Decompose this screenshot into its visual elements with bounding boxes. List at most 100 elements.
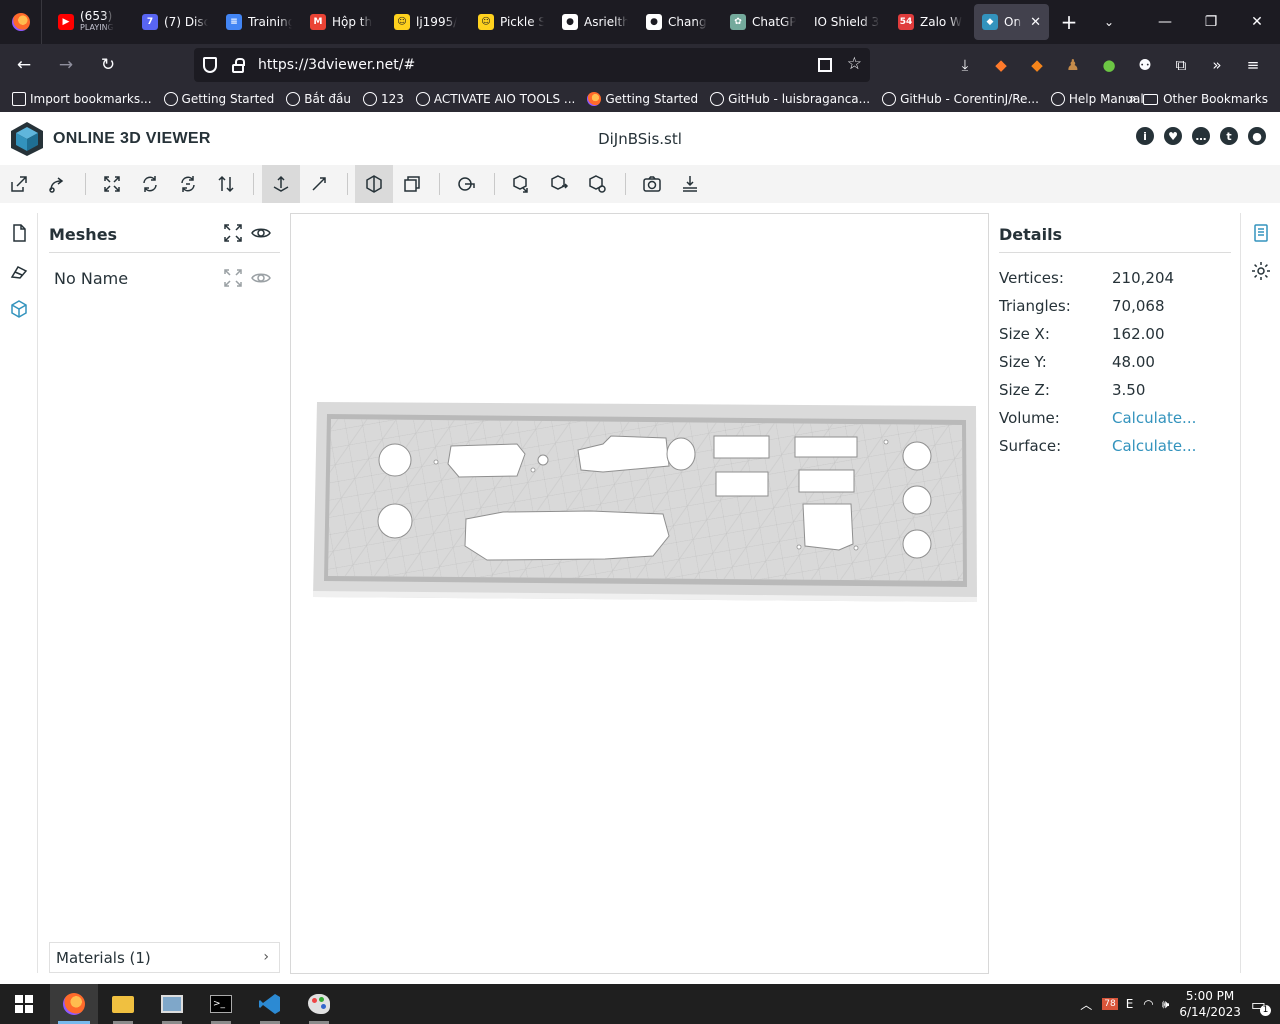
bookmark-item[interactable]: Bắt đầu — [286, 92, 351, 106]
calculate-link[interactable]: Calculate... — [1112, 409, 1196, 427]
restore-button[interactable]: ❐ — [1188, 0, 1234, 44]
flip-up-vector-icon[interactable] — [169, 165, 207, 203]
extension-icon[interactable]: ♟ — [1062, 54, 1084, 76]
fix-up-vector-icon[interactable] — [131, 165, 169, 203]
github-icon[interactable]: ● — [1248, 127, 1266, 145]
qr-code-icon[interactable] — [818, 58, 832, 72]
up-down-arrows-icon[interactable] — [207, 165, 245, 203]
other-bookmarks[interactable]: Other Bookmarks — [1143, 92, 1268, 106]
app-header: ONLINE 3D VIEWER DiJnBSis.stl i ♥ … t ● — [0, 112, 1280, 165]
perspective-camera-icon[interactable] — [355, 165, 393, 203]
browser-tab[interactable]: ◆ Onli ✕ — [974, 4, 1049, 40]
browser-tab[interactable]: ● Asrielth — [554, 4, 636, 40]
image-viewer-icon[interactable] — [148, 984, 196, 1024]
bookmark-item[interactable]: GitHub - luisbraganca... — [710, 92, 870, 106]
embed-icon[interactable] — [671, 165, 709, 203]
measure-icon[interactable] — [447, 165, 485, 203]
vscode-icon[interactable] — [246, 984, 294, 1024]
bookmark-item[interactable]: GitHub - CorentinJ/Re... — [882, 92, 1039, 106]
browser-tab[interactable]: IO Shield 3D — [806, 4, 888, 40]
o3dv-icon: ◆ — [982, 14, 998, 30]
tray-chevron-up-icon[interactable]: ︿ — [1080, 996, 1092, 1013]
bookmark-item[interactable]: 123 — [362, 92, 404, 106]
browser-tab[interactable]: ≡ Training — [218, 4, 300, 40]
downloads-icon[interactable]: ⤓ — [954, 54, 976, 76]
fit-mesh-icon[interactable] — [223, 268, 243, 288]
bookmark-item[interactable]: Import bookmarks... — [12, 92, 152, 106]
orthographic-camera-icon[interactable] — [393, 165, 431, 203]
file-explorer-icon[interactable] — [99, 984, 147, 1024]
extension-icon[interactable]: ⚉ — [1134, 54, 1156, 76]
extension-icon[interactable]: ◆ — [990, 54, 1012, 76]
browser-tab[interactable]: ▶ (653) PLAYING — [50, 4, 132, 40]
io-shield-model[interactable] — [291, 214, 989, 974]
bookmark-item[interactable]: Getting Started — [587, 92, 698, 106]
bookmark-star-icon[interactable]: ☆ — [847, 54, 862, 74]
settings-gear-icon[interactable] — [1251, 261, 1271, 281]
forward-button[interactable]: → — [48, 49, 84, 81]
browser-tab[interactable]: ☺ Pickle S — [470, 4, 552, 40]
firefox-taskbar-icon[interactable] — [50, 984, 98, 1024]
browser-tab[interactable]: 54 Zalo W — [890, 4, 972, 40]
browser-tab[interactable]: 7 (7) Disc — [134, 4, 216, 40]
info-icon[interactable]: i — [1136, 127, 1154, 145]
browser-tab[interactable]: ☺ lj1995/ — [386, 4, 468, 40]
paint-icon[interactable] — [295, 984, 343, 1024]
close-window-button[interactable]: ✕ — [1234, 0, 1280, 44]
mesh-item-label[interactable]: No Name — [54, 269, 128, 288]
meshes-cube-icon[interactable] — [9, 299, 29, 319]
clock[interactable]: 5:00 PM 6/14/2023 — [1179, 988, 1241, 1020]
terminal-icon[interactable]: >_ — [197, 984, 245, 1024]
notification-icon[interactable]: ▭ 1 — [1251, 995, 1271, 1016]
export-model-icon[interactable] — [502, 165, 540, 203]
3d-viewport[interactable] — [290, 213, 989, 974]
bookmark-item[interactable]: Getting Started — [163, 92, 274, 106]
extension-badge-icon[interactable]: ● — [1098, 54, 1120, 76]
settings-model-icon[interactable] — [578, 165, 616, 203]
hamburger-menu-icon[interactable]: ≡ — [1242, 54, 1264, 76]
ime-tray-icon[interactable]: E — [1126, 997, 1134, 1011]
fixed-up-vector-icon[interactable] — [262, 165, 300, 203]
share-model-icon[interactable] — [540, 165, 578, 203]
close-tab-icon[interactable]: ✕ — [1030, 15, 1041, 30]
eye-icon[interactable] — [251, 223, 271, 243]
snapshot-camera-icon[interactable] — [633, 165, 671, 203]
minimize-button[interactable]: — — [1142, 0, 1188, 44]
browser-tab[interactable]: ✿ ChatGP — [722, 4, 804, 40]
browser-tab[interactable]: ● Chang — [638, 4, 720, 40]
bookmark-item[interactable]: ACTIVATE AIO TOOLS ... — [415, 92, 575, 106]
calculate-link[interactable]: Calculate... — [1112, 437, 1196, 455]
list-all-tabs-button[interactable]: ⌄ — [1089, 4, 1129, 40]
lock-icon[interactable] — [232, 57, 245, 73]
fit-all-icon[interactable] — [223, 223, 243, 243]
metamask-icon[interactable]: ◆ — [1026, 54, 1048, 76]
new-tab-button[interactable]: + — [1049, 4, 1089, 40]
details-list-icon[interactable] — [1251, 223, 1271, 243]
firefox-menu-icon[interactable] — [0, 0, 42, 44]
meshes-panel: Meshes No Name Materials (1) › — [49, 213, 280, 973]
tracking-protection-icon[interactable] — [203, 57, 217, 73]
back-button[interactable]: ← — [6, 49, 42, 81]
fit-to-window-icon[interactable] — [93, 165, 131, 203]
overflow-menu-icon[interactable]: » — [1206, 54, 1228, 76]
open-url-icon[interactable] — [38, 165, 76, 203]
bookmarks-overflow-icon[interactable]: » — [1128, 91, 1137, 107]
mesh-eye-icon[interactable] — [251, 268, 271, 288]
antivirus-tray-icon[interactable]: 78 — [1102, 998, 1118, 1010]
free-orbit-icon[interactable] — [300, 165, 338, 203]
url-text[interactable]: https://3dviewer.net/# — [258, 57, 415, 73]
materials-section[interactable]: Materials (1) › — [49, 942, 280, 973]
volume-icon[interactable]: 🕪 — [1162, 997, 1170, 1012]
twitter-icon[interactable]: t — [1220, 127, 1238, 145]
reload-button[interactable]: ↻ — [90, 49, 126, 81]
url-bar[interactable]: https://3dviewer.net/# ☆ — [194, 48, 870, 82]
windows-start-icon[interactable] — [0, 984, 48, 1024]
heart-icon[interactable]: ♥ — [1164, 127, 1182, 145]
file-icon[interactable] — [9, 223, 29, 243]
wifi-icon[interactable]: ◠ — [1143, 997, 1153, 1011]
browser-tab[interactable]: M Hộp th — [302, 4, 384, 40]
extensions-icon[interactable]: ⧉ — [1170, 54, 1192, 76]
open-file-icon[interactable] — [0, 165, 38, 203]
discussion-icon[interactable]: … — [1192, 127, 1210, 145]
materials-brush-icon[interactable] — [9, 261, 29, 281]
